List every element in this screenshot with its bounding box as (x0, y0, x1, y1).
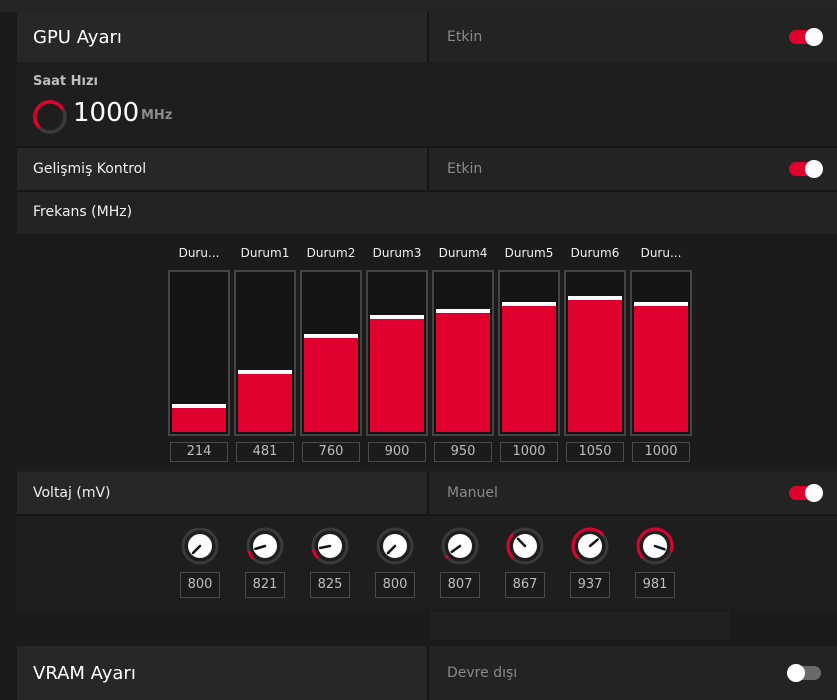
background-blur (430, 612, 730, 640)
state-label: Durum5 (504, 246, 554, 260)
state-slider-fill (568, 300, 622, 432)
voltage-value-input[interactable]: 825 (310, 572, 350, 598)
frequency-sliders: Duru... 214 Durum1 481 Durum2 760 Durum3 900 Dur… (17, 234, 837, 470)
voltage-knob-dial[interactable] (505, 526, 545, 566)
voltage-knob-dial[interactable] (440, 526, 480, 566)
state-slider-handle[interactable] (568, 296, 622, 300)
clock-label: Saat Hızı (33, 74, 99, 89)
clock-dial-icon (33, 100, 67, 134)
toggle-knob (805, 160, 823, 178)
gpu-status-cell: Etkin (427, 12, 837, 62)
advanced-status-cell: Etkin (427, 148, 837, 190)
voltage-value-input[interactable]: 821 (245, 572, 285, 598)
gpu-title: GPU Ayarı (33, 26, 122, 48)
state-slider[interactable] (366, 270, 428, 436)
voltage-row: Voltaj (mV) Manuel (17, 472, 837, 516)
toggle-knob (805, 28, 823, 46)
voltage-value-input[interactable]: 937 (570, 572, 610, 598)
state-value-input[interactable]: 481 (236, 442, 294, 462)
voltage-knob-dial[interactable] (635, 526, 675, 566)
state-value-input[interactable]: 1000 (632, 442, 690, 462)
gpu-status: Etkin (447, 29, 483, 45)
voltage-knobs: 800 821 825 800 807 867 937 981 (17, 516, 837, 610)
toggle-knob (787, 664, 805, 682)
state-slider[interactable] (234, 270, 296, 436)
state-slider-handle[interactable] (634, 302, 688, 306)
advanced-title: Gelişmiş Kontrol (33, 161, 147, 177)
frequency-title: Frekans (MHz) (33, 204, 133, 220)
state-slider[interactable] (498, 270, 560, 436)
vram-toggle[interactable] (787, 664, 821, 682)
state-slider-handle[interactable] (370, 315, 424, 319)
state-slider-fill (502, 306, 556, 432)
gpu-title-cell: GPU Ayarı (17, 12, 427, 62)
state-value-input[interactable]: 1050 (566, 442, 624, 462)
state-slider-fill (370, 319, 424, 432)
advanced-status: Etkin (447, 161, 483, 177)
vram-status-cell: Devre dışı (427, 646, 837, 700)
voltage-knob-dial[interactable] (180, 526, 220, 566)
state-slider[interactable] (168, 270, 230, 436)
state-slider[interactable] (300, 270, 362, 436)
advanced-toggle[interactable] (789, 160, 823, 178)
state-value-input[interactable]: 214 (170, 442, 228, 462)
state-slider-handle[interactable] (172, 404, 226, 408)
clock-speed-block: Saat Hızı 1000 MHz (17, 62, 837, 148)
state-label: Durum3 (372, 246, 422, 260)
advanced-row: Gelişmiş Kontrol Etkin (17, 148, 837, 192)
voltage-title: Voltaj (mV) (33, 485, 111, 501)
state-label: Durum2 (306, 246, 356, 260)
clock-unit: MHz (141, 108, 173, 123)
voltage-value-input[interactable]: 981 (635, 572, 675, 598)
state-label: Durum4 (438, 246, 488, 260)
background-strip (0, 0, 837, 12)
voltage-value-input[interactable]: 800 (180, 572, 220, 598)
state-slider[interactable] (564, 270, 626, 436)
state-value-input[interactable]: 1000 (500, 442, 558, 462)
voltage-title-cell: Voltaj (mV) (17, 472, 427, 514)
state-slider-handle[interactable] (238, 370, 292, 374)
voltage-status: Manuel (447, 485, 498, 501)
state-label: Duru... (178, 246, 220, 260)
clock-value: 1000 (73, 98, 140, 128)
state-value-input[interactable]: 900 (368, 442, 426, 462)
state-label: Durum6 (570, 246, 620, 260)
voltage-knob-dial[interactable] (245, 526, 285, 566)
state-slider-fill (238, 374, 292, 432)
state-slider[interactable] (432, 270, 494, 436)
frequency-header: Frekans (MHz) (17, 192, 837, 234)
advanced-title-cell: Gelişmiş Kontrol (17, 148, 427, 190)
vram-title: VRAM Ayarı (33, 662, 136, 684)
state-slider-fill (436, 313, 490, 432)
voltage-value-input[interactable]: 800 (375, 572, 415, 598)
vram-title-cell: VRAM Ayarı (17, 646, 427, 700)
toggle-knob (805, 484, 823, 502)
voltage-value-input[interactable]: 807 (440, 572, 480, 598)
state-slider-handle[interactable] (502, 302, 556, 306)
state-slider-fill (172, 408, 226, 432)
voltage-toggle[interactable] (789, 484, 823, 502)
state-slider-fill (634, 306, 688, 432)
voltage-knob-dial[interactable] (570, 526, 610, 566)
gpu-settings-panel: GPU Ayarı Etkin Saat Hızı 1000 MHz Geliş… (17, 12, 837, 610)
voltage-value-input[interactable]: 867 (505, 572, 545, 598)
vram-row: VRAM Ayarı Devre dışı (17, 646, 837, 700)
gpu-toggle[interactable] (789, 28, 823, 46)
voltage-knob-dial[interactable] (310, 526, 350, 566)
state-value-input[interactable]: 760 (302, 442, 360, 462)
voltage-status-cell: Manuel (427, 472, 837, 514)
state-slider-handle[interactable] (304, 334, 358, 338)
state-label: Durum1 (240, 246, 290, 260)
state-slider-fill (304, 338, 358, 432)
gpu-row: GPU Ayarı Etkin (17, 12, 837, 64)
state-value-input[interactable]: 950 (434, 442, 492, 462)
state-slider[interactable] (630, 270, 692, 436)
voltage-knob-dial[interactable] (375, 526, 415, 566)
state-slider-handle[interactable] (436, 309, 490, 313)
state-label: Duru... (640, 246, 682, 260)
vram-status: Devre dışı (447, 665, 518, 681)
